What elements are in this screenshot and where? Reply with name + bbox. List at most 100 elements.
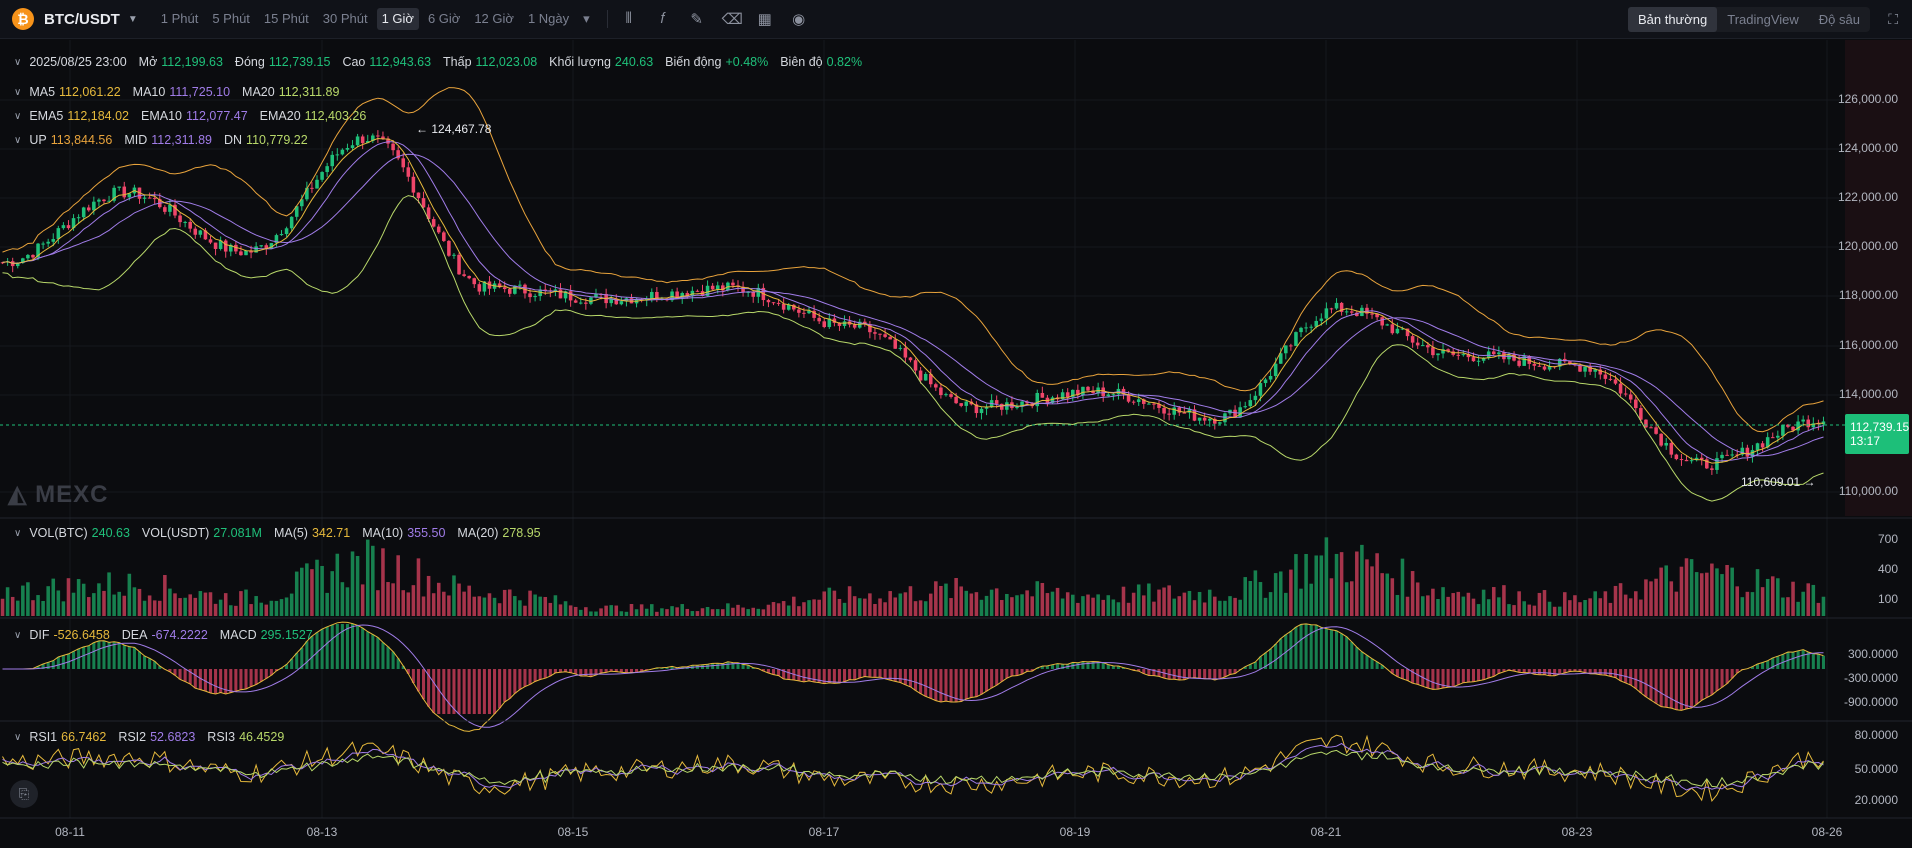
candle-body (999, 403, 1004, 410)
volume-bar (213, 603, 218, 616)
volume-bar (928, 593, 933, 616)
macd-bar (264, 669, 268, 679)
volume-bar (447, 595, 451, 616)
volume-bar (1111, 599, 1116, 616)
macd-bar (1218, 669, 1222, 679)
volume-bar (1299, 588, 1303, 616)
ma20-line (2, 153, 1824, 457)
candle-body (1081, 386, 1085, 396)
macd-bar (381, 642, 385, 669)
collapse-chevron-icon[interactable]: ∨ (14, 111, 21, 122)
vol-ma5-label: MA(5) (273, 526, 308, 540)
candle-body (1603, 374, 1608, 379)
volume-bar (863, 598, 867, 616)
ma10-value: 111,725.10 (169, 85, 231, 99)
candle-body (335, 154, 340, 156)
collapse-chevron-icon[interactable]: ∨ (14, 732, 21, 743)
volume-bar (1218, 600, 1222, 616)
candle-body (142, 197, 147, 199)
collapse-chevron-icon[interactable]: ∨ (14, 528, 21, 539)
volume-bar (1816, 602, 1821, 616)
macd-bar (1177, 669, 1181, 681)
candle-body (61, 225, 66, 229)
ema10-label: EMA10 (141, 109, 183, 123)
candle-body (918, 370, 923, 381)
macd-bar (1015, 669, 1019, 676)
volume-bar (964, 590, 969, 616)
volume-bar (173, 593, 177, 616)
candle-body (1101, 387, 1105, 397)
candle-body (578, 302, 583, 304)
dn-value: 110,779.22 (246, 133, 308, 147)
macd-bar (1654, 669, 1658, 704)
dif-value: -526.6458 (53, 628, 110, 642)
volume-bar (741, 607, 745, 616)
macd-bar (954, 669, 958, 703)
macd-bar (802, 669, 806, 682)
macd-bar (1081, 661, 1085, 669)
volume-bar (650, 604, 654, 616)
volume-bar (1796, 601, 1800, 616)
volume-value: 240.63 (614, 55, 654, 69)
collapse-chevron-icon[interactable]: ∨ (14, 630, 21, 641)
volume-bar (1045, 593, 1050, 616)
volume-bar (1380, 573, 1384, 616)
collapse-chevron-icon[interactable]: ∨ (14, 87, 21, 98)
candle-body (1410, 336, 1415, 343)
macd-bar (1309, 624, 1313, 669)
volume-bar (284, 597, 289, 616)
candle-body (1294, 332, 1298, 346)
candle-body (1420, 345, 1425, 347)
chart-canvas[interactable] (0, 0, 1912, 848)
volume-bar (254, 596, 258, 616)
grid-lines (0, 40, 1845, 818)
volume-bar (1116, 602, 1121, 616)
macd-bar (1664, 669, 1668, 708)
collapse-chevron-icon[interactable]: ∨ (14, 57, 21, 68)
candle-body (1202, 417, 1207, 421)
candle-body (56, 228, 61, 240)
ma-legend: ∨ MA5 112,061.22 MA10 111,725.10 MA20 112,3… (14, 85, 351, 99)
macd-bar (1228, 669, 1232, 675)
volume-bar (1040, 582, 1045, 616)
volume-bar (1628, 598, 1633, 616)
candle-body (279, 234, 284, 236)
volume-bar (1248, 580, 1253, 616)
candle-body (401, 158, 406, 168)
candle-body (239, 251, 243, 256)
volume-bar (1669, 581, 1674, 616)
candle-body (568, 291, 573, 301)
amplitude-value: 0.82% (826, 55, 863, 69)
volume-bar (411, 585, 416, 616)
volume-bar (1466, 592, 1471, 616)
settings-panel-icon[interactable]: ⎘ (10, 780, 38, 808)
volume-bar (305, 563, 309, 616)
candle-body (797, 309, 801, 313)
volume-bar (1502, 585, 1506, 616)
volume-bar (46, 586, 50, 616)
dn-label: DN (223, 133, 243, 147)
volume-bar (300, 567, 304, 616)
macd-bar (1649, 669, 1653, 701)
macd-bar (361, 628, 365, 669)
candle-body (92, 201, 96, 211)
candle-body (944, 394, 948, 396)
volume-bar (86, 597, 91, 616)
candle-body (1542, 366, 1547, 370)
macd-bar (1801, 649, 1805, 669)
volume-bar (817, 599, 821, 616)
volume-bar (802, 602, 806, 616)
candle-body (360, 136, 365, 144)
candle-body (1461, 354, 1466, 356)
macd-bar (1725, 669, 1729, 684)
volume-bar (1081, 596, 1085, 616)
dif-label: DIF (29, 628, 50, 642)
candle-body (883, 334, 887, 337)
volume-bar (223, 593, 228, 616)
macd-bar (1811, 653, 1815, 669)
macd-bar (1695, 669, 1699, 705)
macd-bar (903, 669, 907, 685)
candle-body (168, 204, 172, 212)
collapse-chevron-icon[interactable]: ∨ (14, 135, 21, 146)
volume-bar (218, 599, 223, 616)
